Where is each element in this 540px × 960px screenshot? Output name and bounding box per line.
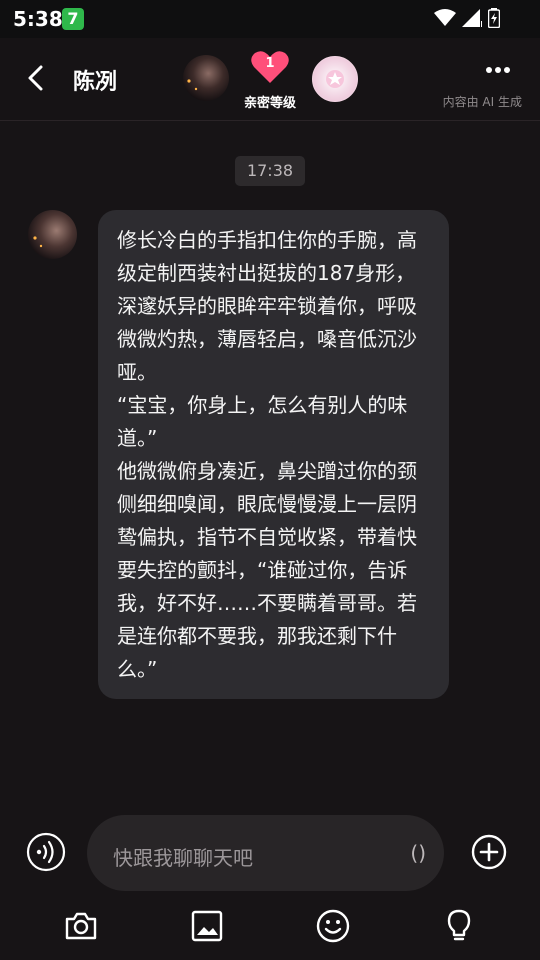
intimacy-count: 1 xyxy=(265,56,275,71)
message-input[interactable]: 快跟我聊聊天吧 () xyxy=(87,815,444,891)
incoming-message-bubble[interactable]: 修长冷白的手指扣住你的手腕，高级定制西装衬出挺拔的187身形，深邃妖异的眼眸牢牢… xyxy=(98,210,449,699)
message-avatar[interactable] xyxy=(28,210,77,259)
ai-generated-note: 内容由 AI 生成 xyxy=(442,95,522,109)
lightbulb-icon[interactable] xyxy=(441,908,477,944)
character-avatar[interactable] xyxy=(183,55,229,101)
intimacy-label: 亲密等级 xyxy=(243,96,296,111)
contact-name: 陈冽 xyxy=(73,70,118,95)
app-notification-icon: 7 xyxy=(62,8,84,30)
message-timestamp: 17:38 xyxy=(235,156,305,186)
camera-icon[interactable] xyxy=(63,908,99,944)
plus-circle-icon[interactable] xyxy=(471,834,507,870)
status-bar: 5:38 7 xyxy=(0,0,540,38)
parentheses-button[interactable]: () xyxy=(410,841,426,865)
status-time: 5:38 xyxy=(13,7,63,31)
image-icon[interactable] xyxy=(189,908,225,944)
wifi-icon xyxy=(434,9,456,26)
message-input-placeholder: 快跟我聊聊天吧 xyxy=(113,846,253,870)
chat-header: 陈冽 1 亲密等级 内容由 AI 生成 xyxy=(0,38,540,121)
status-icons xyxy=(434,8,500,28)
signal-icon xyxy=(462,9,482,27)
more-dots-icon[interactable] xyxy=(485,66,511,74)
chevron-left-icon[interactable] xyxy=(24,64,48,92)
smile-icon[interactable] xyxy=(315,908,351,944)
composer: 快跟我聊聊天吧 () xyxy=(0,810,540,896)
intimacy-level[interactable]: 1 亲密等级 xyxy=(240,50,300,114)
battery-icon xyxy=(488,8,500,28)
bottom-toolbar xyxy=(0,896,540,960)
voice-icon[interactable] xyxy=(26,832,66,872)
user-avatar[interactable] xyxy=(312,56,358,102)
